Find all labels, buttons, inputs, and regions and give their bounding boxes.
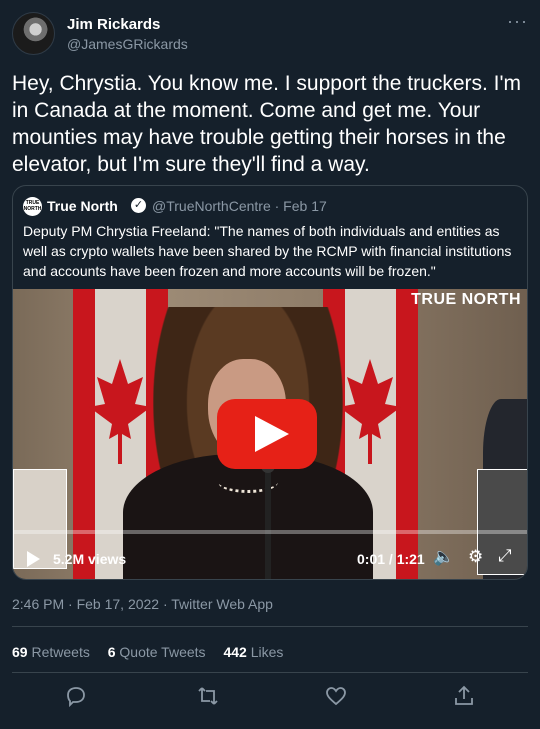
author-name[interactable]: Jim Rickards bbox=[67, 16, 160, 33]
video-player[interactable]: TRUE NORTH 5.2M views 0:01 / 1:21 🔈 ⚙ ⤢ bbox=[13, 289, 527, 579]
retweets-label: Retweets bbox=[31, 644, 90, 660]
verified-icon: ✓ bbox=[131, 198, 146, 213]
gear-icon[interactable]: ⚙ bbox=[468, 547, 483, 567]
avatar[interactable] bbox=[12, 12, 55, 55]
fullscreen-icon[interactable]: ⤢ bbox=[498, 546, 512, 566]
tweet-stats: 69 Retweets 6 Quote Tweets 442 Likes bbox=[12, 644, 297, 660]
volume-icon[interactable]: 🔈 bbox=[433, 547, 454, 567]
tweet-header: Jim Rickards @JamesGRickards ··· bbox=[12, 12, 528, 58]
retweets-count: 69 bbox=[12, 644, 28, 660]
likes-count: 442 bbox=[223, 644, 247, 660]
video-progress-bar[interactable] bbox=[13, 530, 527, 534]
control-play-icon[interactable] bbox=[27, 551, 40, 567]
reply-icon[interactable] bbox=[64, 684, 88, 708]
quoted-tweet[interactable]: TRUE NORTH True North ✓ @TrueNorthCentre… bbox=[12, 185, 528, 580]
likes-stat[interactable]: 442 Likes bbox=[223, 644, 283, 660]
quoted-author-name[interactable]: True North bbox=[47, 198, 118, 214]
author-handle[interactable]: @JamesGRickards bbox=[67, 36, 188, 52]
divider bbox=[12, 626, 528, 627]
quotes-label: Quote Tweets bbox=[119, 644, 206, 660]
tweet-text: Hey, Chrystia. You know me. I support th… bbox=[12, 72, 521, 176]
retweet-icon[interactable] bbox=[196, 684, 220, 708]
action-bar bbox=[12, 684, 528, 712]
divider bbox=[12, 672, 528, 673]
likes-label: Likes bbox=[250, 644, 284, 660]
quotes-stat[interactable]: 6 Quote Tweets bbox=[108, 644, 206, 660]
view-count: 5.2M views bbox=[53, 551, 127, 567]
more-options-icon[interactable]: ··· bbox=[507, 12, 528, 30]
video-time: 0:01 / 1:21 bbox=[357, 551, 425, 567]
retweets-stat[interactable]: 69 Retweets bbox=[12, 644, 90, 660]
quoted-avatar[interactable]: TRUE NORTH bbox=[23, 197, 42, 216]
quotes-count: 6 bbox=[107, 644, 116, 660]
video-watermark: TRUE NORTH bbox=[411, 291, 521, 308]
tweet-meta: 2:46 PM · Feb 17, 2022 · Twitter Web App bbox=[12, 596, 273, 612]
quoted-author-handle: @TrueNorthCentre · Feb 17 bbox=[152, 198, 327, 214]
like-icon[interactable] bbox=[324, 684, 348, 708]
microphone-stand bbox=[265, 467, 271, 579]
share-icon[interactable] bbox=[452, 684, 476, 708]
play-icon[interactable] bbox=[255, 416, 289, 452]
quoted-tweet-header: TRUE NORTH True North ✓ @TrueNorthCentre… bbox=[23, 196, 513, 216]
quoted-tweet-text: Deputy PM Chrystia Freeland: "The names … bbox=[23, 223, 512, 279]
